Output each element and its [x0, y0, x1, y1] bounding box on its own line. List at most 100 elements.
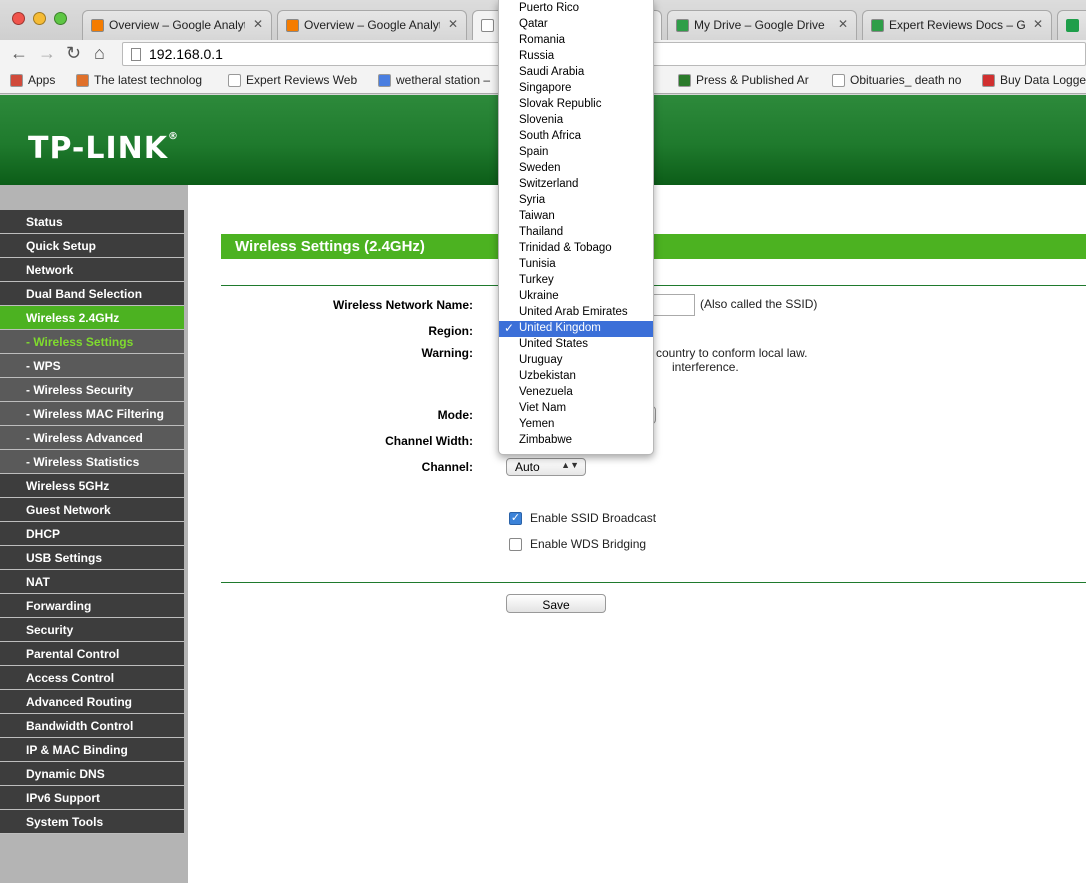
- region-option[interactable]: Yemen: [499, 417, 653, 433]
- sidebar-item[interactable]: System Tools: [0, 810, 184, 834]
- region-option-label: Slovenia: [519, 114, 564, 126]
- region-option[interactable]: Sweden: [499, 161, 653, 177]
- close-tab-icon[interactable]: ✕: [253, 17, 263, 31]
- bookmark-label: wetheral station –: [396, 73, 491, 87]
- region-option[interactable]: United States: [499, 337, 653, 353]
- sidebar-item[interactable]: Parental Control: [0, 642, 184, 666]
- bookmark-item[interactable]: Apps: [10, 73, 70, 87]
- analytics-icon: [286, 19, 299, 32]
- bookmark-item[interactable]: wetheral station –: [378, 73, 498, 87]
- sidebar-item[interactable]: Quick Setup: [0, 234, 184, 258]
- bookmark-item[interactable]: Buy Data Logge: [982, 73, 1086, 87]
- sidebar-item[interactable]: Access Control: [0, 666, 184, 690]
- sidebar-item[interactable]: Security: [0, 618, 184, 642]
- drive-icon: [676, 19, 689, 32]
- sidebar-item[interactable]: Forwarding: [0, 594, 184, 618]
- region-dropdown-list[interactable]: Puerto Rico Qatar Romania Russia Saudi Arabi…: [498, 0, 654, 455]
- region-option[interactable]: Zimbabwe: [499, 433, 653, 449]
- browser-tab[interactable]: [1057, 10, 1086, 40]
- sidebar-item[interactable]: Dynamic DNS: [0, 762, 184, 786]
- checkmark-icon: ✓: [504, 321, 515, 335]
- close-tab-icon[interactable]: ✕: [1033, 17, 1043, 31]
- apps-grid-icon: [10, 74, 23, 87]
- region-option[interactable]: Trinidad & Tobago: [499, 241, 653, 257]
- reload-icon[interactable]: ↻: [66, 43, 81, 64]
- sidebar-item[interactable]: - Wireless Advanced: [0, 426, 184, 450]
- close-tab-icon[interactable]: ✕: [838, 17, 848, 31]
- sidebar-item[interactable]: - Wireless MAC Filtering: [0, 402, 184, 426]
- browser-tab[interactable]: Expert Reviews Docs – Goo ✕: [862, 10, 1052, 40]
- sidebar-item[interactable]: Bandwidth Control: [0, 714, 184, 738]
- bookmark-item[interactable]: The latest technolog: [76, 73, 216, 87]
- browser-tab[interactable]: My Drive – Google Drive ✕: [667, 10, 857, 40]
- sidebar-item[interactable]: Wireless 2.4GHz: [0, 306, 184, 330]
- region-option[interactable]: Puerto Rico: [499, 1, 653, 17]
- back-icon[interactable]: ←: [10, 43, 28, 64]
- sidebar-item[interactable]: - WPS: [0, 354, 184, 378]
- forward-icon[interactable]: →: [38, 43, 56, 64]
- region-option[interactable]: Qatar: [499, 17, 653, 33]
- bookmark-label: Buy Data Logge: [1000, 73, 1086, 87]
- sidebar-item[interactable]: - Wireless Settings: [0, 330, 184, 354]
- region-option[interactable]: Tunisia: [499, 257, 653, 273]
- tp-link-logo: TP-LINK®: [28, 131, 180, 166]
- region-option[interactable]: Venezuela: [499, 385, 653, 401]
- zoom-window-button[interactable]: [54, 12, 67, 25]
- warning-text-line2: interference.: [672, 360, 739, 374]
- sidebar-item[interactable]: Dual Band Selection: [0, 282, 184, 306]
- bookmark-item[interactable]: Obituaries_ death no: [832, 73, 974, 87]
- region-option[interactable]: Turkey: [499, 273, 653, 289]
- wds-bridging-checkbox[interactable]: [509, 538, 522, 551]
- region-option[interactable]: South Africa: [499, 129, 653, 145]
- sidebar-item[interactable]: - Wireless Statistics: [0, 450, 184, 474]
- region-option-label: Trinidad & Tobago: [519, 242, 612, 254]
- bookmark-label: Press & Published Ar: [696, 73, 809, 87]
- region-option[interactable]: Syria: [499, 193, 653, 209]
- browser-tab[interactable]: Overview – Google Analytic ✕: [277, 10, 467, 40]
- sidebar-item[interactable]: Wireless 5GHz: [0, 474, 184, 498]
- close-tab-icon[interactable]: ✕: [448, 17, 458, 31]
- sidebar-item[interactable]: Guest Network: [0, 498, 184, 522]
- sidebar-item[interactable]: IPv6 Support: [0, 786, 184, 810]
- address-bar-url: 192.168.0.1: [149, 46, 223, 62]
- region-option[interactable]: Switzerland: [499, 177, 653, 193]
- region-option-label: Russia: [519, 50, 555, 62]
- region-option[interactable]: Romania: [499, 33, 653, 49]
- home-icon[interactable]: ⌂: [94, 43, 105, 64]
- region-option[interactable]: Spain: [499, 145, 653, 161]
- region-option[interactable]: United Arab Emirates: [499, 305, 653, 321]
- region-option-label: Uruguay: [519, 354, 563, 366]
- region-option[interactable]: ✓ United Kingdom: [499, 321, 653, 337]
- sidebar-item[interactable]: NAT: [0, 570, 184, 594]
- channel-select[interactable]: Auto ▲▼: [506, 458, 586, 476]
- mode-label: Mode:: [437, 408, 473, 422]
- sidebar-item[interactable]: USB Settings: [0, 546, 184, 570]
- region-option[interactable]: Thailand: [499, 225, 653, 241]
- sidebar-item[interactable]: Network: [0, 258, 184, 282]
- sidebar-item[interactable]: - Wireless Security: [0, 378, 184, 402]
- save-button[interactable]: Save: [506, 594, 606, 613]
- sidebar-item[interactable]: DHCP: [0, 522, 184, 546]
- region-option[interactable]: Viet Nam: [499, 401, 653, 417]
- region-option[interactable]: Uzbekistan: [499, 369, 653, 385]
- sidebar-item[interactable]: Advanced Routing: [0, 690, 184, 714]
- region-option[interactable]: Russia: [499, 49, 653, 65]
- close-window-button[interactable]: [12, 12, 25, 25]
- region-option[interactable]: Taiwan: [499, 209, 653, 225]
- bookmark-item[interactable]: Expert Reviews Web: [228, 73, 366, 87]
- bookmark-item[interactable]: Press & Published Ar: [678, 73, 818, 87]
- region-option[interactable]: Slovak Republic: [499, 97, 653, 113]
- ssid-broadcast-checkbox[interactable]: ✓: [509, 512, 522, 525]
- region-option[interactable]: Slovenia: [499, 113, 653, 129]
- region-option-label: Yemen: [519, 418, 555, 430]
- region-option[interactable]: Saudi Arabia: [499, 65, 653, 81]
- region-option[interactable]: Uruguay: [499, 353, 653, 369]
- sidebar-item[interactable]: IP & MAC Binding: [0, 738, 184, 762]
- region-option[interactable]: Singapore: [499, 81, 653, 97]
- region-option-label: Singapore: [519, 82, 572, 94]
- browser-tab[interactable]: Overview – Google Analytic ✕: [82, 10, 272, 40]
- sidebar-item[interactable]: Status: [0, 210, 184, 234]
- minimize-window-button[interactable]: [33, 12, 46, 25]
- ssid-broadcast-label: Enable SSID Broadcast: [530, 511, 657, 525]
- region-option[interactable]: Ukraine: [499, 289, 653, 305]
